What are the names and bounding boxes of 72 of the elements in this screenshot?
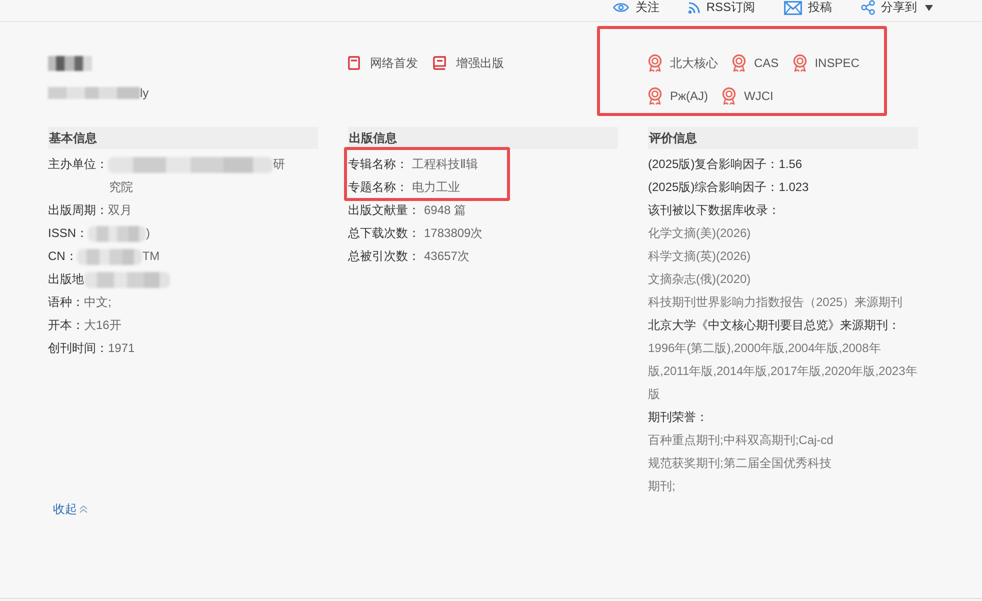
field-value: 中文; xyxy=(84,294,112,311)
award-icon xyxy=(722,87,736,105)
field-label: 开本： xyxy=(48,317,84,334)
field-label: CN： xyxy=(48,248,78,265)
field-value: TM xyxy=(142,248,160,265)
field-label: 语种： xyxy=(48,294,84,311)
section-header: 评价信息 xyxy=(648,127,918,149)
subtitle-fragment: ly xyxy=(140,86,149,100)
field-value: 双月 xyxy=(108,202,132,219)
field-label: 总被引次数： xyxy=(348,248,420,265)
info-text: 百种重点期刊;中科双高期刊;Caj-cd xyxy=(648,432,834,449)
eye-icon xyxy=(613,2,630,13)
field-value: 1971 xyxy=(108,340,135,357)
field-label: 出版地 xyxy=(48,271,84,288)
info-heading: 该刊被以下数据库收录： xyxy=(648,202,781,219)
index-label: WJCI xyxy=(744,88,774,105)
info-text: 期刊; xyxy=(648,478,676,495)
index-label: INSPEC xyxy=(814,55,860,72)
field-value: 研 xyxy=(273,156,285,173)
rss-link[interactable]: RSS订阅 xyxy=(688,0,755,15)
field-value: 1783809次 xyxy=(424,225,483,242)
index-label: 北大核心 xyxy=(670,55,718,72)
field-label: 创刊时间： xyxy=(48,340,108,357)
collapse-link[interactable]: 收起 xyxy=(53,499,88,519)
enhanced-publishing-link[interactable]: 增强出版 xyxy=(433,53,504,73)
info-text: 版 xyxy=(648,386,661,403)
info-text: 文摘杂志(俄)(2020) xyxy=(648,271,752,288)
rss-icon xyxy=(688,2,700,14)
field-label: 专辑名称： xyxy=(348,156,408,173)
book-icon xyxy=(433,56,446,70)
index-label: CAS xyxy=(754,55,779,72)
blurred-title xyxy=(48,56,92,71)
share-link[interactable]: 分享到 xyxy=(861,0,933,15)
award-icon xyxy=(732,54,746,72)
field-value: 43657次 xyxy=(424,248,470,265)
field-value: 大16开 xyxy=(84,317,122,334)
info-text: 规范获奖期刊;第二届全国优秀科技 xyxy=(648,455,832,472)
info-text: 科技期刊世界影响力指数报告（2025）来源期刊 xyxy=(648,294,904,311)
award-icon xyxy=(648,54,662,72)
blurred-text xyxy=(77,248,142,264)
info-heading: 期刊荣誉： xyxy=(648,409,709,426)
field-value: 6948 篇 xyxy=(424,202,466,219)
info-text: 化学文摘(美)(2026) xyxy=(648,225,752,242)
section-header: 出版信息 xyxy=(348,127,618,149)
field-label: 总下载次数： xyxy=(348,225,420,242)
mail-icon xyxy=(784,0,802,14)
info-heading: 北京大学《中文核心期刊要目总览》来源期刊： xyxy=(648,317,901,334)
follow-link[interactable]: 关注 xyxy=(613,0,660,15)
field-value: 电力工业 xyxy=(412,179,460,196)
info-text: 科学文摘(英)(2026) xyxy=(648,248,752,265)
section-header: 基本信息 xyxy=(48,127,318,149)
online-first-link[interactable]: 网络首发 xyxy=(348,53,418,73)
chevrons-up-icon xyxy=(79,505,88,513)
field-label: 专题名称： xyxy=(348,179,408,196)
index-label: Рж(AJ) xyxy=(670,88,708,105)
blurred-text xyxy=(88,226,146,242)
field-value: 究院 xyxy=(109,179,133,196)
share-icon xyxy=(861,0,875,15)
info-text: 1996年(第二版),2000年版,2004年版,2008年 xyxy=(648,340,882,357)
award-icon xyxy=(792,54,807,72)
submit-link[interactable]: 投稿 xyxy=(784,0,832,15)
field-label: 主办单位： xyxy=(48,156,108,173)
field-value: ) xyxy=(146,225,150,242)
info-heading: (2025版)复合影响因子：1.56 xyxy=(648,156,804,173)
field-value: 工程科技Ⅱ辑 xyxy=(412,156,478,173)
document-icon xyxy=(348,56,360,70)
field-label: ISSN： xyxy=(48,225,88,242)
info-text: 版,2011年版,2014年版,2017年版,2020年版,2023年 xyxy=(648,363,918,380)
field-label: 出版周期： xyxy=(48,202,108,219)
field-label: 出版文献量： xyxy=(348,202,420,219)
award-icon xyxy=(648,87,662,105)
info-heading: (2025版)综合影响因子：1.023 xyxy=(648,179,810,196)
